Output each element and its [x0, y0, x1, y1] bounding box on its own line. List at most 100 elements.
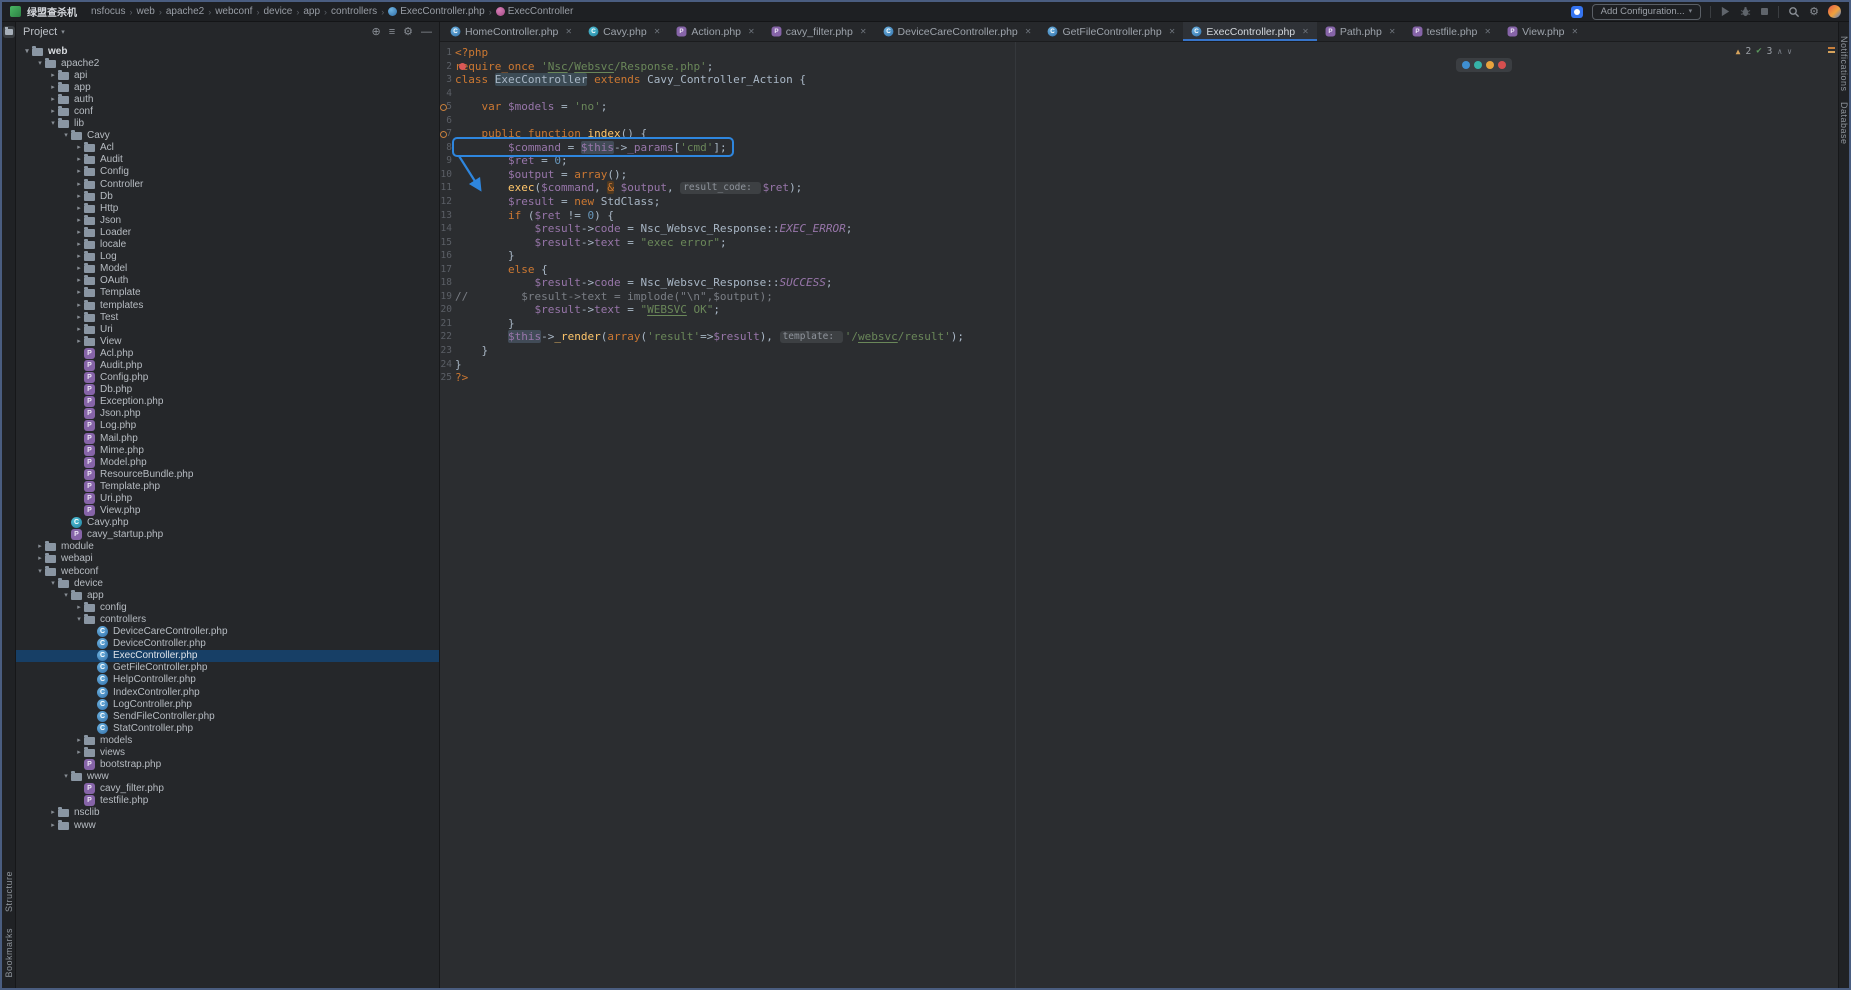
code-line[interactable]: 2require_once 'Nsc/Websvc/Response.php';: [440, 60, 1838, 74]
tree-item[interactable]: Uri.php: [16, 492, 439, 504]
line-number[interactable]: 9: [440, 154, 452, 168]
tree-item[interactable]: ▾apache2: [16, 57, 439, 69]
line-number[interactable]: 19: [440, 290, 452, 304]
editor-floating-widget[interactable]: [1456, 58, 1512, 72]
tree-item[interactable]: Mail.php: [16, 432, 439, 444]
tab-close-icon[interactable]: ✕: [748, 27, 755, 36]
tree-chevron-icon[interactable]: ▸: [74, 314, 84, 321]
tree-item[interactable]: ▸webapi: [16, 553, 439, 565]
tree-item[interactable]: Cavy.php: [16, 517, 439, 529]
line-number[interactable]: 4: [440, 87, 452, 101]
line-number[interactable]: 10: [440, 168, 452, 182]
code-line[interactable]: 25?>: [440, 371, 1838, 385]
tree-item[interactable]: bootstrap.php: [16, 759, 439, 771]
tree-item[interactable]: ▸Http: [16, 202, 439, 214]
code-line[interactable]: 8 $command = $this->_params['cmd'];: [440, 141, 1838, 155]
tree-item[interactable]: ▸Acl: [16, 142, 439, 154]
code-line[interactable]: 9 $ret = 0;: [440, 154, 1838, 168]
tree-item[interactable]: ▸app: [16, 81, 439, 93]
tree-chevron-icon[interactable]: ▸: [74, 277, 84, 284]
tree-chevron-icon[interactable]: ▾: [48, 580, 58, 587]
tree-item[interactable]: ▾web: [16, 45, 439, 57]
tree-item[interactable]: ▸views: [16, 746, 439, 758]
add-configuration-button[interactable]: Add Configuration...▾: [1592, 4, 1702, 20]
settings-gear-icon[interactable]: ⚙: [1809, 5, 1819, 18]
line-number[interactable]: 6: [440, 114, 452, 128]
tree-chevron-icon[interactable]: ▸: [74, 144, 84, 151]
tree-item[interactable]: ▸Log: [16, 251, 439, 263]
tree-item[interactable]: Mime.php: [16, 444, 439, 456]
line-number[interactable]: 17: [440, 263, 452, 277]
tree-chevron-icon[interactable]: ▸: [74, 338, 84, 345]
code-line[interactable]: 4: [440, 87, 1838, 101]
line-number[interactable]: 11: [440, 181, 452, 195]
user-avatar[interactable]: [1828, 5, 1841, 18]
code-line[interactable]: 5 var $models = 'no';: [440, 100, 1838, 114]
code-line[interactable]: 15 $result->text = "exec error";: [440, 236, 1838, 250]
tree-item[interactable]: cavy_startup.php: [16, 529, 439, 541]
tree-item[interactable]: HelpController.php: [16, 674, 439, 686]
tree-item[interactable]: ▸Test: [16, 311, 439, 323]
tree-item[interactable]: ▸api: [16, 69, 439, 81]
code-line[interactable]: 24}: [440, 358, 1838, 372]
breadcrumb-item[interactable]: app: [303, 6, 320, 17]
tree-item[interactable]: ▾lib: [16, 118, 439, 130]
tree-chevron-icon[interactable]: ▸: [74, 181, 84, 188]
tree-chevron-icon[interactable]: ▸: [48, 72, 58, 79]
tree-item[interactable]: ▾Cavy: [16, 130, 439, 142]
tree-chevron-icon[interactable]: ▸: [48, 809, 58, 816]
line-number[interactable]: 2: [440, 60, 452, 74]
line-number[interactable]: 15: [440, 236, 452, 250]
settings-gear-icon[interactable]: ⚙: [403, 27, 413, 38]
tree-item[interactable]: ▸Controller: [16, 178, 439, 190]
code-line[interactable]: 18 $result->code = Nsc_Websvc_Response::…: [440, 276, 1838, 290]
tree-item[interactable]: ▸Config: [16, 166, 439, 178]
tab-close-icon[interactable]: ✕: [1484, 27, 1491, 36]
tree-chevron-icon[interactable]: ▸: [74, 253, 84, 260]
tree-chevron-icon[interactable]: ▾: [35, 568, 45, 575]
tree-item[interactable]: DeviceCareController.php: [16, 626, 439, 638]
tree-chevron-icon[interactable]: ▾: [48, 120, 58, 127]
locate-file-icon[interactable]: ⊕: [371, 27, 380, 38]
code-line[interactable]: 12 $result = new StdClass;: [440, 195, 1838, 209]
code-line[interactable]: 21 }: [440, 317, 1838, 331]
code-line[interactable]: 23 }: [440, 344, 1838, 358]
tab-close-icon[interactable]: ✕: [1169, 27, 1176, 36]
code-line[interactable]: 7 public function index() {: [440, 127, 1838, 141]
tab-close-icon[interactable]: ✕: [1025, 27, 1032, 36]
debug-icon[interactable]: [1740, 6, 1751, 17]
code-line[interactable]: 3class ExecController extends Cavy_Contr…: [440, 73, 1838, 87]
line-number[interactable]: 8: [440, 141, 452, 155]
editor-tab[interactable]: Action.php✕: [668, 22, 762, 41]
run-icon[interactable]: [1720, 6, 1731, 17]
project-panel-title[interactable]: Project: [23, 26, 57, 38]
tree-item[interactable]: Template.php: [16, 480, 439, 492]
line-number[interactable]: 14: [440, 222, 452, 236]
tree-chevron-icon[interactable]: ▸: [48, 96, 58, 103]
tree-item[interactable]: ▾webconf: [16, 565, 439, 577]
tree-item[interactable]: ▸Uri: [16, 323, 439, 335]
tree-item[interactable]: LogController.php: [16, 698, 439, 710]
tree-chevron-icon[interactable]: ▸: [74, 241, 84, 248]
tree-item[interactable]: ▸View: [16, 335, 439, 347]
line-number[interactable]: 3: [440, 73, 452, 87]
inspections-widget[interactable]: ▲ 2 ✔ 3 ∧ ∨: [1736, 45, 1792, 59]
tree-item[interactable]: Exception.php: [16, 396, 439, 408]
prev-problem-icon[interactable]: ∧: [1777, 45, 1782, 59]
line-number[interactable]: 24: [440, 358, 452, 372]
tree-item[interactable]: testfile.php: [16, 795, 439, 807]
code-line[interactable]: 19// $result->text = implode("\n",$outpu…: [440, 290, 1838, 304]
tree-item[interactable]: ▸auth: [16, 93, 439, 105]
line-number[interactable]: 23: [440, 344, 452, 358]
next-problem-icon[interactable]: ∨: [1787, 45, 1792, 59]
tree-chevron-icon[interactable]: ▸: [48, 84, 58, 91]
tree-item[interactable]: ▸locale: [16, 239, 439, 251]
tree-item[interactable]: Model.php: [16, 456, 439, 468]
tree-item[interactable]: cavy_filter.php: [16, 783, 439, 795]
tree-item[interactable]: ResourceBundle.php: [16, 468, 439, 480]
code-line[interactable]: 6: [440, 114, 1838, 128]
collapse-all-icon[interactable]: ≡: [389, 27, 395, 38]
tree-chevron-icon[interactable]: ▾: [35, 60, 45, 67]
tree-item[interactable]: ▾app: [16, 589, 439, 601]
breadcrumb-item[interactable]: device: [263, 6, 292, 17]
